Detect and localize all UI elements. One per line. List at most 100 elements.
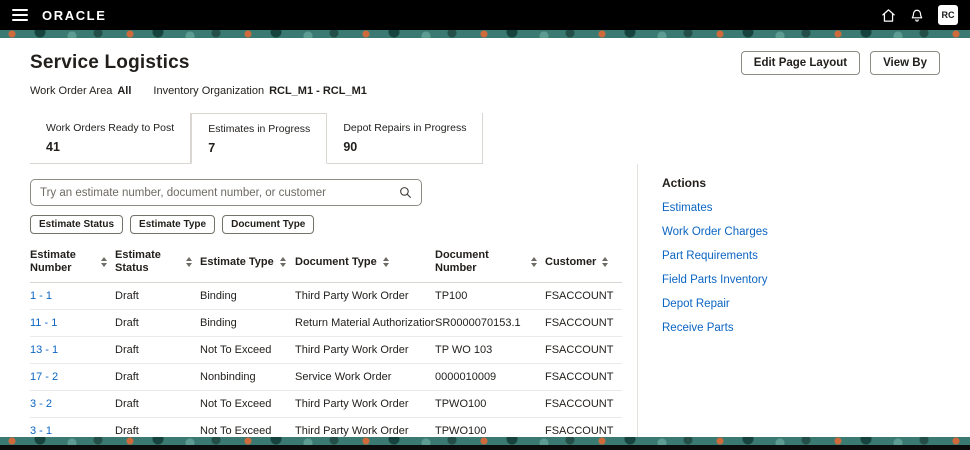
sort-icon[interactable] xyxy=(531,257,537,268)
topbar: ORACLE RC xyxy=(0,0,970,30)
action-work-order-charges[interactable]: Work Order Charges xyxy=(662,226,940,238)
estimates-table: Estimate Number Estimate Status Estimate… xyxy=(30,247,622,437)
estimate-number-link[interactable]: 13 - 1 xyxy=(30,344,58,356)
column-header-estimate-number[interactable]: Estimate Number xyxy=(30,247,115,284)
hamburger-menu-icon[interactable] xyxy=(12,9,28,21)
table-row[interactable]: 13 - 1 Draft Not To Exceed Third Party W… xyxy=(30,336,622,365)
cell-customer: FSACCOUNT xyxy=(545,417,622,437)
cell-customer: FSACCOUNT xyxy=(545,336,622,365)
filter-chip-estimate-status[interactable]: Estimate Status xyxy=(30,215,124,234)
column-header-document-type[interactable]: Document Type xyxy=(295,247,435,284)
cell-estimate-status: Draft xyxy=(115,336,200,365)
cell-estimate-number: 3 - 1 xyxy=(30,417,115,437)
context-filters: Work Order Area All Inventory Organizati… xyxy=(30,85,940,97)
table-header-row: Estimate Number Estimate Status Estimate… xyxy=(30,247,622,284)
bottom-black-bar xyxy=(0,445,970,450)
cell-estimate-type: Not To Exceed xyxy=(200,336,295,365)
estimate-number-link[interactable]: 17 - 2 xyxy=(30,371,58,383)
cell-estimate-number: 3 - 2 xyxy=(30,390,115,419)
home-icon[interactable] xyxy=(881,8,896,23)
inventory-organization-value: RCL_M1 - RCL_M1 xyxy=(269,85,367,97)
cell-estimate-status: Draft xyxy=(115,309,200,338)
table-row[interactable]: 1 - 1 Draft Binding Third Party Work Ord… xyxy=(30,282,622,311)
action-receive-parts[interactable]: Receive Parts xyxy=(662,322,940,334)
sort-icon[interactable] xyxy=(186,257,192,268)
cell-document-number: TP WO 103 xyxy=(435,336,545,365)
filter-chip-document-type[interactable]: Document Type xyxy=(222,215,315,234)
decorative-banner-bottom xyxy=(0,437,970,445)
cell-estimate-number: 11 - 1 xyxy=(30,309,115,338)
cell-document-number: TPWO100 xyxy=(435,417,545,437)
cell-document-number: TP100 xyxy=(435,282,545,311)
filter-chip-estimate-type[interactable]: Estimate Type xyxy=(130,215,216,234)
work-order-area-label: Work Order Area xyxy=(30,85,113,97)
cell-document-type: Service Work Order xyxy=(295,363,435,392)
cell-estimate-status: Draft xyxy=(115,363,200,392)
summary-tabs: Work Orders Ready to Post 41 Estimates i… xyxy=(30,113,484,164)
cell-customer: FSACCOUNT xyxy=(545,363,622,392)
main-content: Service Logistics Edit Page Layout View … xyxy=(0,38,970,437)
sort-icon[interactable] xyxy=(602,257,609,268)
cell-estimate-number: 17 - 2 xyxy=(30,363,115,392)
work-order-area-value: All xyxy=(117,85,132,97)
tab-estimates-in-progress[interactable]: Estimates in Progress 7 xyxy=(191,113,328,164)
actions-title: Actions xyxy=(662,176,707,190)
cell-estimate-status: Draft xyxy=(115,282,200,311)
action-field-parts-inventory[interactable]: Field Parts Inventory xyxy=(662,274,940,286)
estimate-number-link[interactable]: 1 - 1 xyxy=(30,290,52,302)
cell-estimate-number: 13 - 1 xyxy=(30,336,115,365)
action-part-requirements[interactable]: Part Requirements xyxy=(662,250,940,262)
search-box xyxy=(30,179,422,206)
inventory-organization-label: Inventory Organization xyxy=(153,85,265,97)
cell-estimate-status: Draft xyxy=(115,390,200,419)
table-row[interactable]: 3 - 1 Draft Not To Exceed Third Party Wo… xyxy=(30,417,622,437)
cell-estimate-type: Nonbinding xyxy=(200,363,295,392)
notifications-bell-icon[interactable] xyxy=(910,8,924,23)
estimate-number-link[interactable]: 3 - 2 xyxy=(30,398,52,410)
filter-chips: Estimate Status Estimate Type Document T… xyxy=(30,215,637,234)
sort-icon[interactable] xyxy=(101,257,107,268)
cell-estimate-number: 1 - 1 xyxy=(30,282,115,311)
cell-document-type: Third Party Work Order xyxy=(295,417,435,437)
page-title: Service Logistics xyxy=(30,52,190,73)
tab-depot-repairs-in-progress[interactable]: Depot Repairs in Progress 90 xyxy=(327,113,484,163)
search-input[interactable] xyxy=(40,186,399,199)
edit-page-layout-button[interactable]: Edit Page Layout xyxy=(740,51,861,75)
cell-document-type: Third Party Work Order xyxy=(295,390,435,419)
column-header-estimate-status[interactable]: Estimate Status xyxy=(115,247,200,284)
cell-estimate-status: Draft xyxy=(115,417,200,437)
estimate-number-link[interactable]: 3 - 1 xyxy=(30,425,52,437)
column-header-document-number[interactable]: Document Number xyxy=(435,247,545,284)
decorative-banner-top xyxy=(0,30,970,38)
action-depot-repair[interactable]: Depot Repair xyxy=(662,298,940,310)
tab-count: 41 xyxy=(46,140,60,154)
column-header-customer[interactable]: Customer xyxy=(545,247,622,284)
view-by-button[interactable]: View By xyxy=(870,51,940,75)
cell-customer: FSACCOUNT xyxy=(545,390,622,419)
cell-customer: FSACCOUNT xyxy=(545,282,622,311)
cell-estimate-type: Binding xyxy=(200,309,295,338)
table-row[interactable]: 17 - 2 Draft Nonbinding Service Work Ord… xyxy=(30,363,622,392)
cell-document-type: Return Material Authorization xyxy=(295,309,435,338)
cell-document-type: Third Party Work Order xyxy=(295,282,435,311)
table-row[interactable]: 11 - 1 Draft Binding Return Material Aut… xyxy=(30,309,622,338)
actions-panel: Actions Estimates Work Order Charges Par… xyxy=(637,164,940,437)
cell-estimate-type: Not To Exceed xyxy=(200,390,295,419)
cell-document-number: TPWO100 xyxy=(435,390,545,419)
tab-work-orders-ready-to-post[interactable]: Work Orders Ready to Post 41 xyxy=(30,113,192,163)
cell-customer: FSACCOUNT xyxy=(545,309,622,338)
column-header-estimate-type[interactable]: Estimate Type xyxy=(200,247,295,284)
sort-icon[interactable] xyxy=(382,257,389,268)
cell-document-number: 0000010009 xyxy=(435,363,545,392)
table-row[interactable]: 3 - 2 Draft Not To Exceed Third Party Wo… xyxy=(30,390,622,419)
estimate-number-link[interactable]: 11 - 1 xyxy=(30,317,57,329)
tab-count: 90 xyxy=(343,140,358,154)
sort-icon[interactable] xyxy=(279,257,286,268)
user-avatar[interactable]: RC xyxy=(938,5,958,25)
cell-estimate-type: Binding xyxy=(200,282,295,311)
oracle-logo[interactable]: ORACLE xyxy=(42,8,107,23)
search-icon[interactable] xyxy=(399,186,412,199)
cell-estimate-type: Not To Exceed xyxy=(200,417,295,437)
action-estimates[interactable]: Estimates xyxy=(662,202,940,214)
cell-document-type: Third Party Work Order xyxy=(295,336,435,365)
